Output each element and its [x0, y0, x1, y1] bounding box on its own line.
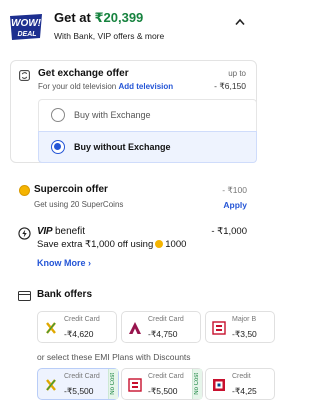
radio-unselected[interactable] [51, 108, 65, 122]
vip-save-text: Save extra ₹1,000 off using 1000 [37, 239, 187, 250]
supercoin-title: Supercoin offer [34, 184, 108, 195]
emi-offer-card[interactable]: Credit Card -₹5,500 No Cost [37, 368, 119, 400]
axis-bank-logo-icon [129, 322, 141, 334]
exchange-upto-label: up to [228, 69, 246, 78]
supercoin-icon [19, 185, 30, 196]
know-more-link[interactable]: Know More › [37, 258, 91, 268]
bank-logo-icon [212, 321, 226, 335]
card-icon [18, 291, 31, 301]
emi-offer-card[interactable]: Credit -₹4,25 [205, 368, 275, 400]
supercoin-small-icon [155, 240, 164, 248]
svg-text:DEAL: DEAL [17, 31, 36, 38]
supercoin-amount: - ₹100 [222, 185, 247, 195]
lightning-icon [18, 227, 31, 240]
buy-with-exchange-option[interactable]: Buy with Exchange [38, 99, 257, 131]
hdfc-bank-logo-icon [213, 379, 225, 391]
offers-header[interactable]: WOW! DEAL Get at ₹20,399 With Bank, VIP … [0, 0, 267, 52]
vip-benefit-title: VIP benefit [37, 226, 86, 237]
final-price: ₹20,399 [94, 10, 144, 25]
chevron-up-icon[interactable] [235, 18, 245, 26]
emi-plans-note: or select these EMI Plans with Discounts [37, 352, 191, 362]
header-subtitle: With Bank, VIP offers & more [54, 31, 165, 41]
exchange-title: Get exchange offer [38, 68, 129, 79]
emi-offer-card[interactable]: Credit Card -₹5,500 No Cost [121, 368, 203, 400]
no-cost-tag: No Cost [108, 369, 118, 399]
buy-without-exchange-option[interactable]: Buy without Exchange [38, 131, 257, 163]
bank-offers-title: Bank offers [37, 289, 93, 300]
bank-offer-card[interactable]: Credit Card -₹4,620 [37, 311, 117, 343]
bank-offer-card[interactable]: Credit Card -₹4,750 [121, 311, 201, 343]
vip-brand: VIP [37, 226, 53, 237]
axis-bank-logo-icon [46, 322, 56, 334]
no-cost-tag: No Cost [192, 369, 202, 399]
exchange-subtitle: For your old television Add television [38, 82, 174, 91]
radio-selected[interactable] [51, 140, 65, 154]
supercoin-subtitle: Get using 20 SuperCoins [34, 200, 124, 209]
bank-offer-card[interactable]: Major B -₹3,50 [205, 311, 275, 343]
supercoin-apply-button[interactable]: Apply [223, 200, 247, 210]
axis-bank-logo-icon [46, 379, 56, 391]
get-at-price: Get at ₹20,399 [54, 10, 144, 25]
exchange-amount: - ₹6,150 [214, 81, 246, 91]
exchange-icon [19, 70, 30, 81]
wow-deal-logo: WOW! DEAL [10, 14, 42, 40]
svg-text:WOW!: WOW! [11, 18, 42, 29]
bank-logo-icon [128, 378, 142, 392]
add-television-link[interactable]: Add television [118, 82, 173, 91]
vip-amount: - ₹1,000 [211, 226, 247, 237]
exchange-offer-card: Get exchange offer For your old televisi… [10, 60, 257, 163]
